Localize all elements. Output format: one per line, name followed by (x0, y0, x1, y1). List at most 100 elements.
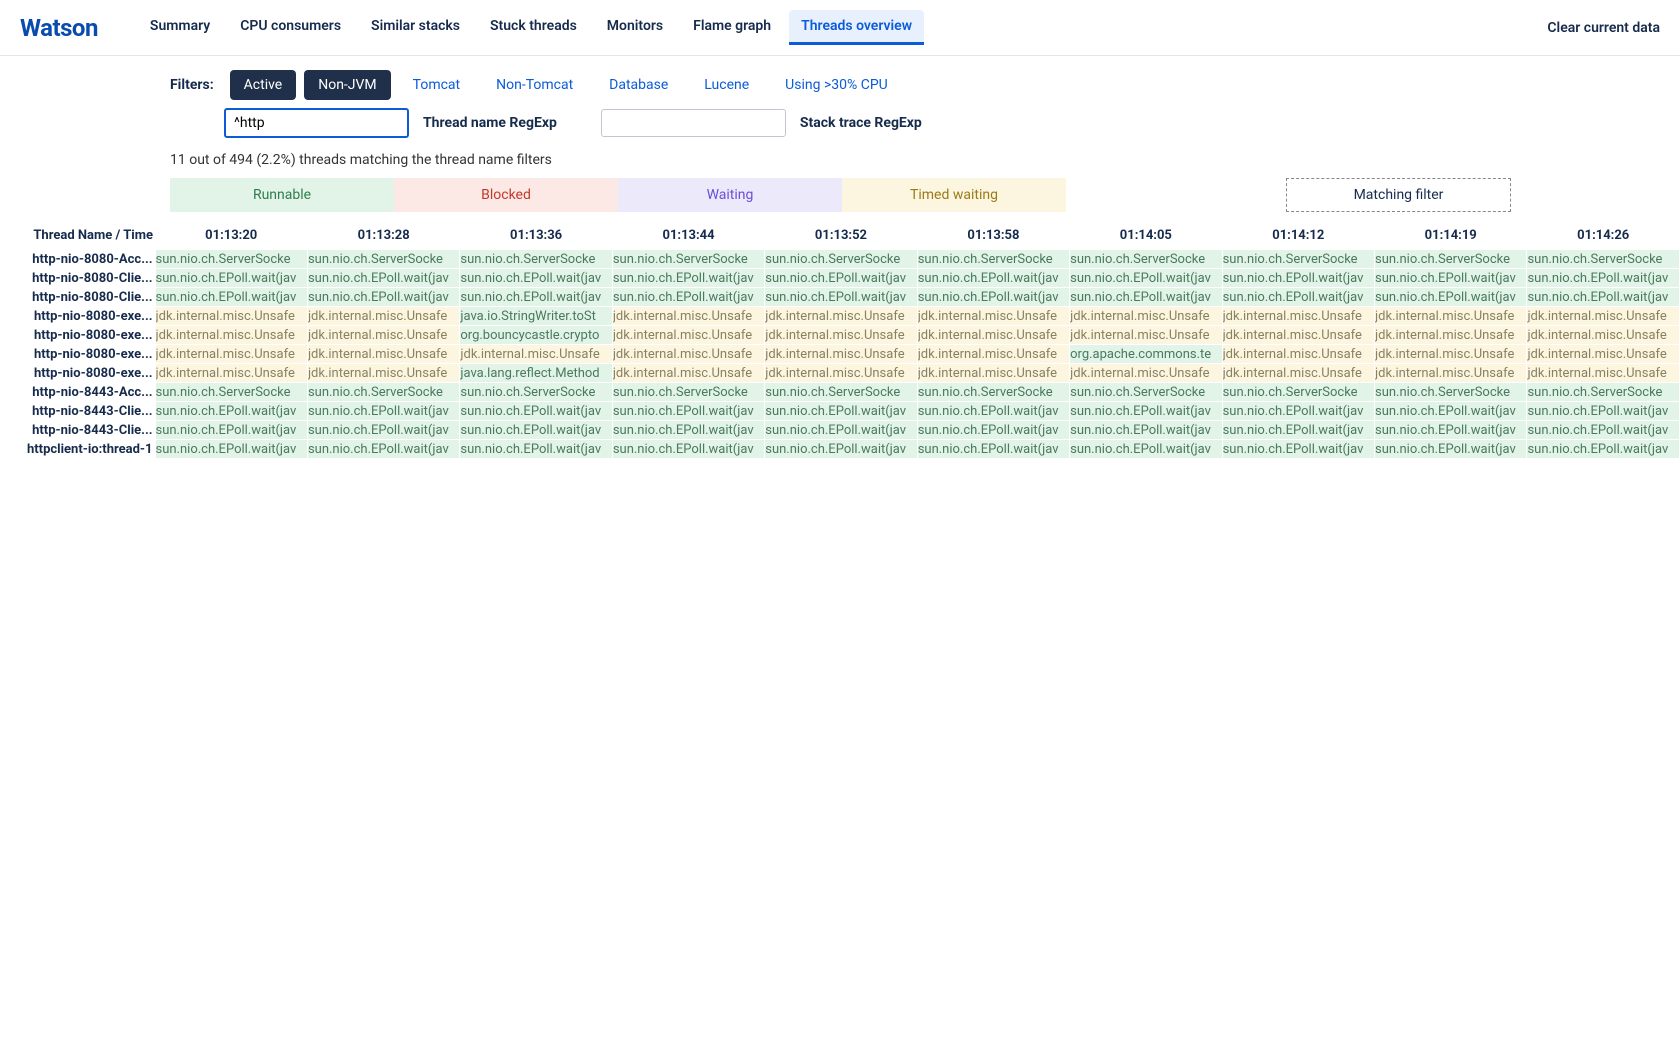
thread-state-cell[interactable]: sun.nio.ch.ServerSocke (1070, 383, 1222, 402)
thread-state-cell[interactable]: jdk.internal.misc.Unsafe (917, 345, 1069, 364)
thread-state-cell[interactable]: sun.nio.ch.EPoll.wait(jav (460, 269, 612, 288)
thread-name-cell[interactable]: http-nio-8443-Acc... (0, 383, 155, 402)
thread-state-cell[interactable]: sun.nio.ch.EPoll.wait(jav (1527, 421, 1680, 440)
thread-state-cell[interactable]: sun.nio.ch.EPoll.wait(jav (1222, 269, 1374, 288)
thread-state-cell[interactable]: java.io.StringWriter.toSt (460, 307, 612, 326)
thread-state-cell[interactable]: sun.nio.ch.EPoll.wait(jav (917, 440, 1069, 459)
thread-state-cell[interactable]: sun.nio.ch.EPoll.wait(jav (917, 421, 1069, 440)
thread-name-cell[interactable]: httpclient-io:thread-1 (0, 440, 155, 459)
thread-state-cell[interactable]: sun.nio.ch.EPoll.wait(jav (307, 421, 459, 440)
thread-state-cell[interactable]: jdk.internal.misc.Unsafe (1375, 307, 1527, 326)
thread-state-cell[interactable]: sun.nio.ch.EPoll.wait(jav (1527, 269, 1680, 288)
filter-chip-using-30-cpu[interactable]: Using >30% CPU (771, 70, 902, 100)
thread-state-cell[interactable]: sun.nio.ch.EPoll.wait(jav (155, 269, 307, 288)
thread-state-cell[interactable]: jdk.internal.misc.Unsafe (1527, 326, 1680, 345)
thread-name-regexp-input[interactable] (224, 108, 409, 138)
thread-state-cell[interactable]: sun.nio.ch.EPoll.wait(jav (765, 402, 917, 421)
thread-state-cell[interactable]: sun.nio.ch.EPoll.wait(jav (307, 440, 459, 459)
thread-state-cell[interactable]: sun.nio.ch.EPoll.wait(jav (765, 440, 917, 459)
thread-state-cell[interactable]: jdk.internal.misc.Unsafe (612, 364, 764, 383)
thread-state-cell[interactable]: jdk.internal.misc.Unsafe (612, 326, 764, 345)
thread-state-cell[interactable]: sun.nio.ch.EPoll.wait(jav (765, 421, 917, 440)
thread-state-cell[interactable]: jdk.internal.misc.Unsafe (612, 345, 764, 364)
thread-state-cell[interactable]: jdk.internal.misc.Unsafe (612, 307, 764, 326)
filter-chip-non-jvm[interactable]: Non-JVM (304, 70, 390, 100)
thread-state-cell[interactable]: sun.nio.ch.ServerSocke (765, 250, 917, 269)
thread-state-cell[interactable]: sun.nio.ch.EPoll.wait(jav (460, 288, 612, 307)
thread-state-cell[interactable]: sun.nio.ch.EPoll.wait(jav (155, 288, 307, 307)
thread-state-cell[interactable]: sun.nio.ch.EPoll.wait(jav (1070, 421, 1222, 440)
thread-state-cell[interactable]: sun.nio.ch.EPoll.wait(jav (1222, 402, 1374, 421)
thread-state-cell[interactable]: sun.nio.ch.ServerSocke (460, 383, 612, 402)
thread-state-cell[interactable]: sun.nio.ch.EPoll.wait(jav (1375, 440, 1527, 459)
thread-state-cell[interactable]: sun.nio.ch.EPoll.wait(jav (612, 288, 764, 307)
thread-state-cell[interactable]: jdk.internal.misc.Unsafe (765, 345, 917, 364)
thread-state-cell[interactable]: sun.nio.ch.ServerSocke (917, 383, 1069, 402)
filter-chip-non-tomcat[interactable]: Non-Tomcat (482, 70, 587, 100)
thread-state-cell[interactable]: sun.nio.ch.EPoll.wait(jav (612, 421, 764, 440)
thread-state-cell[interactable]: sun.nio.ch.EPoll.wait(jav (460, 440, 612, 459)
thread-state-cell[interactable]: jdk.internal.misc.Unsafe (917, 326, 1069, 345)
tab-cpu-consumers[interactable]: CPU consumers (228, 10, 353, 45)
thread-state-cell[interactable]: jdk.internal.misc.Unsafe (307, 364, 459, 383)
thread-state-cell[interactable]: jdk.internal.misc.Unsafe (307, 307, 459, 326)
thread-state-cell[interactable]: sun.nio.ch.ServerSocke (1375, 383, 1527, 402)
thread-state-cell[interactable]: sun.nio.ch.EPoll.wait(jav (765, 269, 917, 288)
thread-state-cell[interactable]: jdk.internal.misc.Unsafe (155, 345, 307, 364)
thread-name-cell[interactable]: http-nio-8080-exe... (0, 326, 155, 345)
thread-state-cell[interactable]: jdk.internal.misc.Unsafe (765, 307, 917, 326)
thread-state-cell[interactable]: jdk.internal.misc.Unsafe (1070, 326, 1222, 345)
thread-state-cell[interactable]: sun.nio.ch.EPoll.wait(jav (460, 421, 612, 440)
thread-state-cell[interactable]: sun.nio.ch.ServerSocke (1222, 250, 1374, 269)
thread-state-cell[interactable]: sun.nio.ch.EPoll.wait(jav (155, 402, 307, 421)
thread-state-cell[interactable]: jdk.internal.misc.Unsafe (1070, 307, 1222, 326)
thread-state-cell[interactable]: sun.nio.ch.ServerSocke (307, 383, 459, 402)
thread-state-cell[interactable]: sun.nio.ch.EPoll.wait(jav (1222, 440, 1374, 459)
thread-state-cell[interactable]: jdk.internal.misc.Unsafe (917, 307, 1069, 326)
thread-state-cell[interactable]: jdk.internal.misc.Unsafe (1527, 345, 1680, 364)
thread-state-cell[interactable]: jdk.internal.misc.Unsafe (1222, 364, 1374, 383)
thread-state-cell[interactable]: sun.nio.ch.EPoll.wait(jav (1222, 421, 1374, 440)
thread-state-cell[interactable]: jdk.internal.misc.Unsafe (1222, 307, 1374, 326)
thread-state-cell[interactable]: sun.nio.ch.ServerSocke (1070, 250, 1222, 269)
thread-state-cell[interactable]: org.apache.commons.te (1070, 345, 1222, 364)
thread-state-cell[interactable]: jdk.internal.misc.Unsafe (307, 345, 459, 364)
tab-monitors[interactable]: Monitors (595, 10, 675, 45)
thread-state-cell[interactable]: jdk.internal.misc.Unsafe (307, 326, 459, 345)
thread-state-cell[interactable]: sun.nio.ch.ServerSocke (1375, 250, 1527, 269)
thread-state-cell[interactable]: sun.nio.ch.EPoll.wait(jav (1375, 402, 1527, 421)
thread-state-cell[interactable]: sun.nio.ch.EPoll.wait(jav (1070, 440, 1222, 459)
thread-name-cell[interactable]: http-nio-8080-Acc... (0, 250, 155, 269)
thread-state-cell[interactable]: sun.nio.ch.EPoll.wait(jav (765, 288, 917, 307)
tab-summary[interactable]: Summary (138, 10, 222, 45)
thread-state-cell[interactable]: sun.nio.ch.EPoll.wait(jav (1070, 402, 1222, 421)
thread-state-cell[interactable]: jdk.internal.misc.Unsafe (1222, 326, 1374, 345)
filter-chip-tomcat[interactable]: Tomcat (399, 70, 474, 100)
thread-state-cell[interactable]: jdk.internal.misc.Unsafe (765, 364, 917, 383)
filter-chip-lucene[interactable]: Lucene (690, 70, 763, 100)
thread-state-cell[interactable]: jdk.internal.misc.Unsafe (917, 364, 1069, 383)
thread-state-cell[interactable]: sun.nio.ch.EPoll.wait(jav (1070, 288, 1222, 307)
thread-state-cell[interactable]: sun.nio.ch.EPoll.wait(jav (155, 440, 307, 459)
thread-name-cell[interactable]: http-nio-8080-Clie... (0, 269, 155, 288)
thread-state-cell[interactable]: jdk.internal.misc.Unsafe (1375, 345, 1527, 364)
thread-state-cell[interactable]: java.lang.reflect.Method (460, 364, 612, 383)
thread-name-cell[interactable]: http-nio-8080-Clie... (0, 288, 155, 307)
thread-state-cell[interactable]: sun.nio.ch.EPoll.wait(jav (1375, 288, 1527, 307)
thread-state-cell[interactable]: sun.nio.ch.ServerSocke (612, 383, 764, 402)
thread-state-cell[interactable]: sun.nio.ch.EPoll.wait(jav (612, 402, 764, 421)
thread-state-cell[interactable]: sun.nio.ch.EPoll.wait(jav (917, 269, 1069, 288)
thread-state-cell[interactable]: sun.nio.ch.EPoll.wait(jav (1375, 269, 1527, 288)
stack-trace-regexp-input[interactable] (601, 109, 786, 137)
thread-state-cell[interactable]: sun.nio.ch.EPoll.wait(jav (612, 269, 764, 288)
thread-state-cell[interactable]: jdk.internal.misc.Unsafe (155, 364, 307, 383)
thread-state-cell[interactable]: sun.nio.ch.ServerSocke (917, 250, 1069, 269)
thread-state-cell[interactable]: sun.nio.ch.EPoll.wait(jav (917, 288, 1069, 307)
clear-data-link[interactable]: Clear current data (1547, 20, 1660, 36)
thread-state-cell[interactable]: sun.nio.ch.ServerSocke (1527, 383, 1680, 402)
thread-state-cell[interactable]: sun.nio.ch.ServerSocke (1222, 383, 1374, 402)
thread-state-cell[interactable]: sun.nio.ch.EPoll.wait(jav (612, 440, 764, 459)
thread-state-cell[interactable]: jdk.internal.misc.Unsafe (1375, 326, 1527, 345)
thread-state-cell[interactable]: sun.nio.ch.EPoll.wait(jav (1070, 269, 1222, 288)
filter-chip-active[interactable]: Active (230, 70, 297, 100)
